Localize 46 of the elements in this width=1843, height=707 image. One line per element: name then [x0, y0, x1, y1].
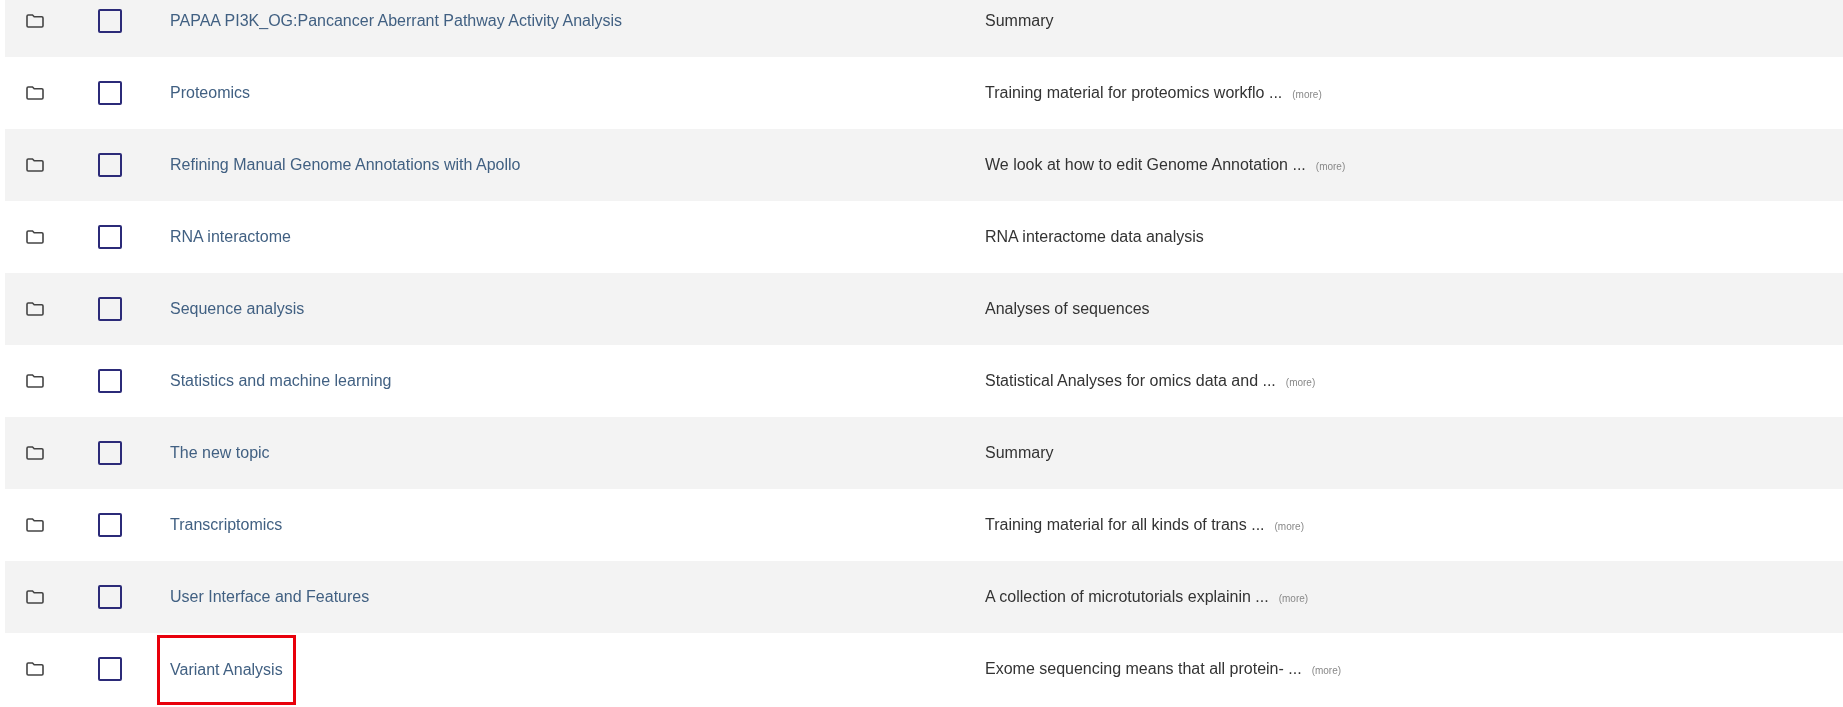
checkbox[interactable]	[98, 297, 122, 321]
topic-link[interactable]: Variant Analysis	[170, 658, 283, 682]
description-text: Training material for all kinds of trans ...	[985, 515, 1265, 535]
topic-link[interactable]: Sequence analysis	[170, 297, 305, 321]
more-link[interactable]: (more)	[1292, 87, 1322, 102]
topic-link[interactable]: Statistics and machine learning	[170, 369, 392, 393]
folder-icon	[26, 230, 44, 244]
description-text: Summary	[985, 11, 1054, 31]
checkbox[interactable]	[98, 513, 122, 537]
folder-icon	[26, 662, 44, 676]
folder-icon	[26, 302, 44, 316]
topic-link[interactable]: Transcriptomics	[170, 513, 283, 537]
topic-link[interactable]: Proteomics	[170, 81, 251, 105]
topic-link[interactable]: Refining Manual Genome Annotations with Apollo	[170, 153, 521, 177]
description-text: RNA interactome data analysis	[985, 227, 1204, 247]
folder-icon	[26, 374, 44, 388]
description-text: Exome sequencing means that all protein- ...	[985, 659, 1302, 679]
description-text: A collection of microtutorials explainin ...	[985, 587, 1269, 607]
description-text: Training material for proteomics workflo ...	[985, 83, 1283, 103]
folder-icon	[26, 14, 44, 28]
folder-icon	[26, 590, 44, 604]
folder-icon	[26, 446, 44, 460]
checkbox[interactable]	[98, 153, 122, 177]
more-link[interactable]: (more)	[1315, 159, 1346, 174]
topic-link[interactable]: PAPAA PI3K_OG:Pancancer Aberrant Pathway Activity Analysis	[170, 9, 623, 33]
checkbox[interactable]	[98, 369, 122, 393]
more-link[interactable]: (more)	[1274, 519, 1304, 534]
checkbox[interactable]	[98, 225, 122, 249]
description-text: Analyses of sequences	[985, 299, 1150, 319]
description-text: Summary	[985, 443, 1054, 463]
description-text: We look at how to edit Genome Annotation ...	[985, 155, 1306, 175]
checkbox[interactable]	[98, 9, 122, 33]
checkbox[interactable]	[98, 441, 122, 465]
checkbox[interactable]	[98, 585, 122, 609]
folder-icon	[26, 86, 44, 100]
topic-link[interactable]: User Interface and Features	[170, 585, 370, 609]
checkbox[interactable]	[98, 81, 122, 105]
more-link[interactable]: (more)	[1285, 375, 1316, 390]
more-link[interactable]: (more)	[1278, 591, 1309, 606]
more-link[interactable]: (more)	[1311, 663, 1342, 678]
topic-link[interactable]: RNA interactome	[170, 225, 291, 249]
folder-icon	[26, 518, 44, 532]
checkbox[interactable]	[98, 657, 122, 681]
description-text: Statistical Analyses for omics data and ...	[985, 371, 1276, 391]
topic-link[interactable]: The new topic	[170, 441, 270, 465]
folder-icon	[26, 158, 44, 172]
